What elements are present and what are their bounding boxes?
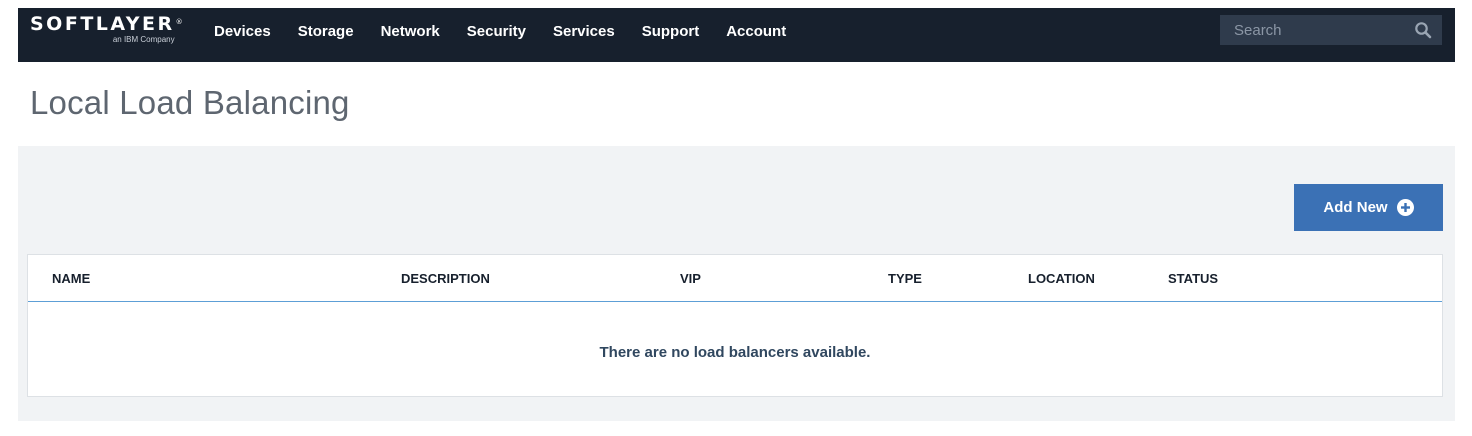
empty-table-message: There are no load balancers available. bbox=[599, 344, 871, 361]
load-balancers-table: NAME DESCRIPTION VIP TYPE LOCATION STATU… bbox=[27, 254, 1443, 397]
nav-item-security[interactable]: Security bbox=[467, 23, 526, 40]
nav-item-storage[interactable]: Storage bbox=[298, 23, 354, 40]
column-header-name[interactable]: NAME bbox=[52, 271, 90, 286]
nav-item-support[interactable]: Support bbox=[642, 23, 700, 40]
column-header-vip[interactable]: VIP bbox=[680, 271, 701, 286]
page-title: Local Load Balancing bbox=[30, 84, 350, 121]
column-header-location[interactable]: LOCATION bbox=[1028, 271, 1095, 286]
column-header-status[interactable]: STATUS bbox=[1168, 271, 1218, 286]
nav-item-network[interactable]: Network bbox=[381, 23, 440, 40]
logo-name: SOFTLAYER bbox=[30, 13, 175, 35]
add-new-label: Add New bbox=[1323, 199, 1388, 216]
nav-item-account[interactable]: Account bbox=[726, 23, 786, 40]
search-icon[interactable] bbox=[1414, 21, 1432, 39]
load-balancers-panel: Add New NAME DESCRIPTION VIP TYPE LOCATI… bbox=[18, 146, 1455, 421]
softlayer-logo[interactable]: SOFTLAYER ® an IBM Company bbox=[30, 13, 183, 44]
registered-mark: ® bbox=[175, 18, 183, 26]
main-nav: Devices Storage Network Security Service… bbox=[214, 8, 813, 54]
column-header-description[interactable]: DESCRIPTION bbox=[401, 271, 490, 286]
table-header: NAME DESCRIPTION VIP TYPE LOCATION STATU… bbox=[28, 255, 1442, 302]
nav-item-services[interactable]: Services bbox=[553, 23, 615, 40]
nav-item-devices[interactable]: Devices bbox=[214, 23, 271, 40]
plus-circle-icon bbox=[1396, 199, 1414, 216]
top-navbar: SOFTLAYER ® an IBM Company Devices Storag… bbox=[18, 8, 1455, 62]
add-new-button[interactable]: Add New bbox=[1294, 184, 1443, 231]
logo-tagline: an IBM Company bbox=[112, 35, 175, 44]
search-input[interactable] bbox=[1220, 15, 1414, 45]
column-header-type[interactable]: TYPE bbox=[888, 271, 922, 286]
search-box bbox=[1220, 15, 1442, 45]
logo-wordmark: SOFTLAYER ® bbox=[30, 13, 183, 35]
